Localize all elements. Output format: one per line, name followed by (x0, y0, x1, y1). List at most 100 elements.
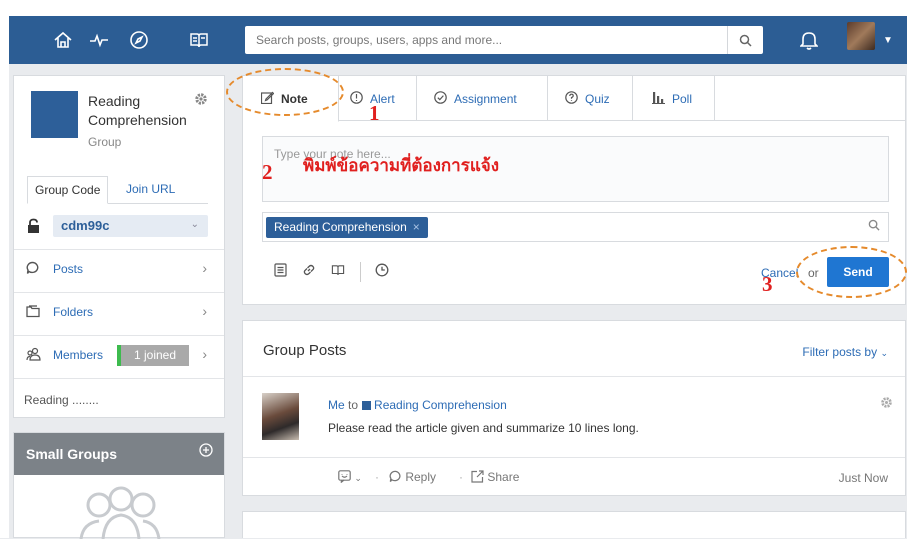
tab-group-code[interactable]: Group Code (27, 176, 109, 204)
group-code-tabs: Group Code Join URL (27, 176, 208, 204)
smile-icon (338, 470, 351, 483)
bar-chart-icon (652, 91, 665, 107)
clock-icon[interactable] (375, 263, 389, 281)
share-label: Share (487, 470, 520, 484)
reply-label: Reply (405, 470, 437, 484)
chevron-down-icon: ⌄ (880, 348, 888, 358)
joined-badge: 1 joined (117, 345, 189, 366)
chevron-right-icon: › (202, 260, 207, 276)
sidebar-item-members[interactable]: Members 1 joined › (14, 335, 224, 375)
global-search[interactable]: Search posts, groups, users, apps and mo… (245, 26, 763, 54)
filter-posts-dropdown[interactable]: Filter posts by ⌄ (802, 345, 888, 359)
compass-icon[interactable] (121, 16, 157, 64)
tab-label: Poll (672, 91, 693, 106)
search-icon[interactable] (727, 26, 763, 54)
post-group[interactable]: Reading Comprehension (374, 398, 507, 412)
sidebar-item-posts[interactable]: Posts › (14, 249, 224, 289)
post-timestamp: Just Now (838, 471, 888, 485)
left-strip (0, 16, 9, 538)
recipient-field[interactable]: Reading Comprehension × (262, 212, 889, 242)
home-icon[interactable] (45, 16, 81, 64)
remove-icon[interactable]: × (413, 220, 420, 234)
annotation-number-2: 2 (262, 160, 273, 184)
alert-icon (350, 90, 363, 107)
top-strip (0, 0, 907, 16)
attach-file-icon[interactable] (274, 263, 287, 281)
small-groups-panel: Small Groups (13, 432, 225, 539)
chevron-right-icon: › (202, 303, 207, 319)
dot-separator: · (459, 470, 463, 484)
question-icon (565, 90, 578, 107)
post-body: Please read the article given and summar… (328, 421, 639, 435)
add-circle-icon[interactable] (199, 443, 213, 462)
small-groups-people-icon (79, 486, 161, 539)
annotation-number-1: 1 (369, 101, 380, 125)
search-input[interactable]: Search posts, groups, users, apps and mo… (256, 33, 502, 47)
annotation-thai-text: พิมพ์ข้อความที่ต้องการแจ้ง (303, 156, 500, 175)
group-square-icon (362, 401, 372, 410)
reply-button[interactable]: Reply (389, 470, 436, 484)
tab-quiz[interactable]: Quiz (548, 76, 633, 121)
reaction-button[interactable]: ⌄ (338, 470, 362, 484)
group-posts-title: Group Posts (263, 342, 347, 359)
pulse-icon[interactable] (81, 16, 117, 64)
small-groups-title: Small Groups (26, 446, 118, 462)
post-author[interactable]: Me (328, 398, 345, 412)
library-icon[interactable] (331, 263, 345, 281)
sidebar-item-label: Folders (53, 305, 94, 319)
recipient-chip[interactable]: Reading Comprehension × (266, 217, 428, 238)
group-code-select[interactable]: cdm99c ⌄ (53, 215, 208, 237)
annotation-ellipse-note (226, 68, 344, 116)
group-posts-header: Group Posts Filter posts by ⌄ (243, 321, 905, 377)
small-groups-header: Small Groups (14, 433, 224, 475)
account-chevron-icon[interactable]: ▼ (879, 16, 897, 64)
toolbar-divider (360, 262, 361, 282)
reply-icon (389, 470, 401, 482)
book-icon[interactable] (181, 16, 217, 64)
group-posts-panel: Group Posts Filter posts by ⌄ Me to Readi… (242, 320, 906, 496)
members-icon (26, 347, 41, 364)
sidebar-item-label: Members (53, 348, 104, 362)
chevron-down-icon: ⌄ (190, 219, 199, 230)
share-icon (471, 470, 484, 483)
gear-icon[interactable] (194, 92, 208, 110)
group-sidebar: Reading Comprehension Group Group Code J… (13, 75, 225, 418)
link-icon[interactable] (302, 263, 316, 281)
share-button[interactable]: Share (471, 470, 519, 484)
tab-label: Assignment (454, 91, 517, 106)
recipient-label: Reading Comprehension (274, 220, 407, 234)
group-thumbnail (31, 91, 78, 138)
group-description: Reading ........ (24, 393, 99, 407)
bell-icon[interactable] (787, 16, 831, 64)
tab-join-url[interactable]: Join URL (119, 176, 182, 204)
chevron-down-icon: ⌄ (354, 473, 362, 483)
check-circle-icon (434, 90, 447, 107)
post-meta: Me to Reading Comprehension (328, 398, 507, 412)
sidebar-item-label: Posts (53, 262, 84, 276)
annotation-number-3: 3 (762, 272, 773, 296)
search-icon[interactable] (868, 219, 880, 234)
tab-poll[interactable]: Poll (633, 76, 715, 121)
tab-assignment[interactable]: Assignment (417, 76, 548, 121)
filter-label: Filter posts by (802, 345, 878, 359)
group-code-value: cdm99c (61, 218, 110, 233)
next-card (242, 511, 906, 538)
composer-toolbar (274, 261, 404, 283)
tab-label: Quiz (585, 91, 610, 106)
annotation-ellipse-send (796, 246, 907, 298)
chevron-right-icon: › (202, 346, 207, 362)
posts-icon (26, 261, 40, 278)
post-footer: ⌄ · Reply · Share Just Now (243, 457, 905, 497)
sidebar-item-folders[interactable]: Folders › (14, 292, 224, 332)
dot-separator: · (375, 470, 379, 484)
lock-icon (27, 218, 40, 237)
group-type: Group (88, 135, 122, 149)
gear-icon[interactable] (880, 396, 893, 412)
user-avatar[interactable] (847, 22, 875, 50)
post-to: to (348, 398, 359, 412)
folder-icon (26, 304, 40, 321)
composer-tabs: Note Alert Assignment Quiz Poll (243, 76, 905, 122)
group-name: Reading Comprehension (88, 93, 187, 128)
post-author-avatar[interactable] (262, 393, 299, 440)
group-code-row: cdm99c ⌄ (27, 215, 208, 239)
